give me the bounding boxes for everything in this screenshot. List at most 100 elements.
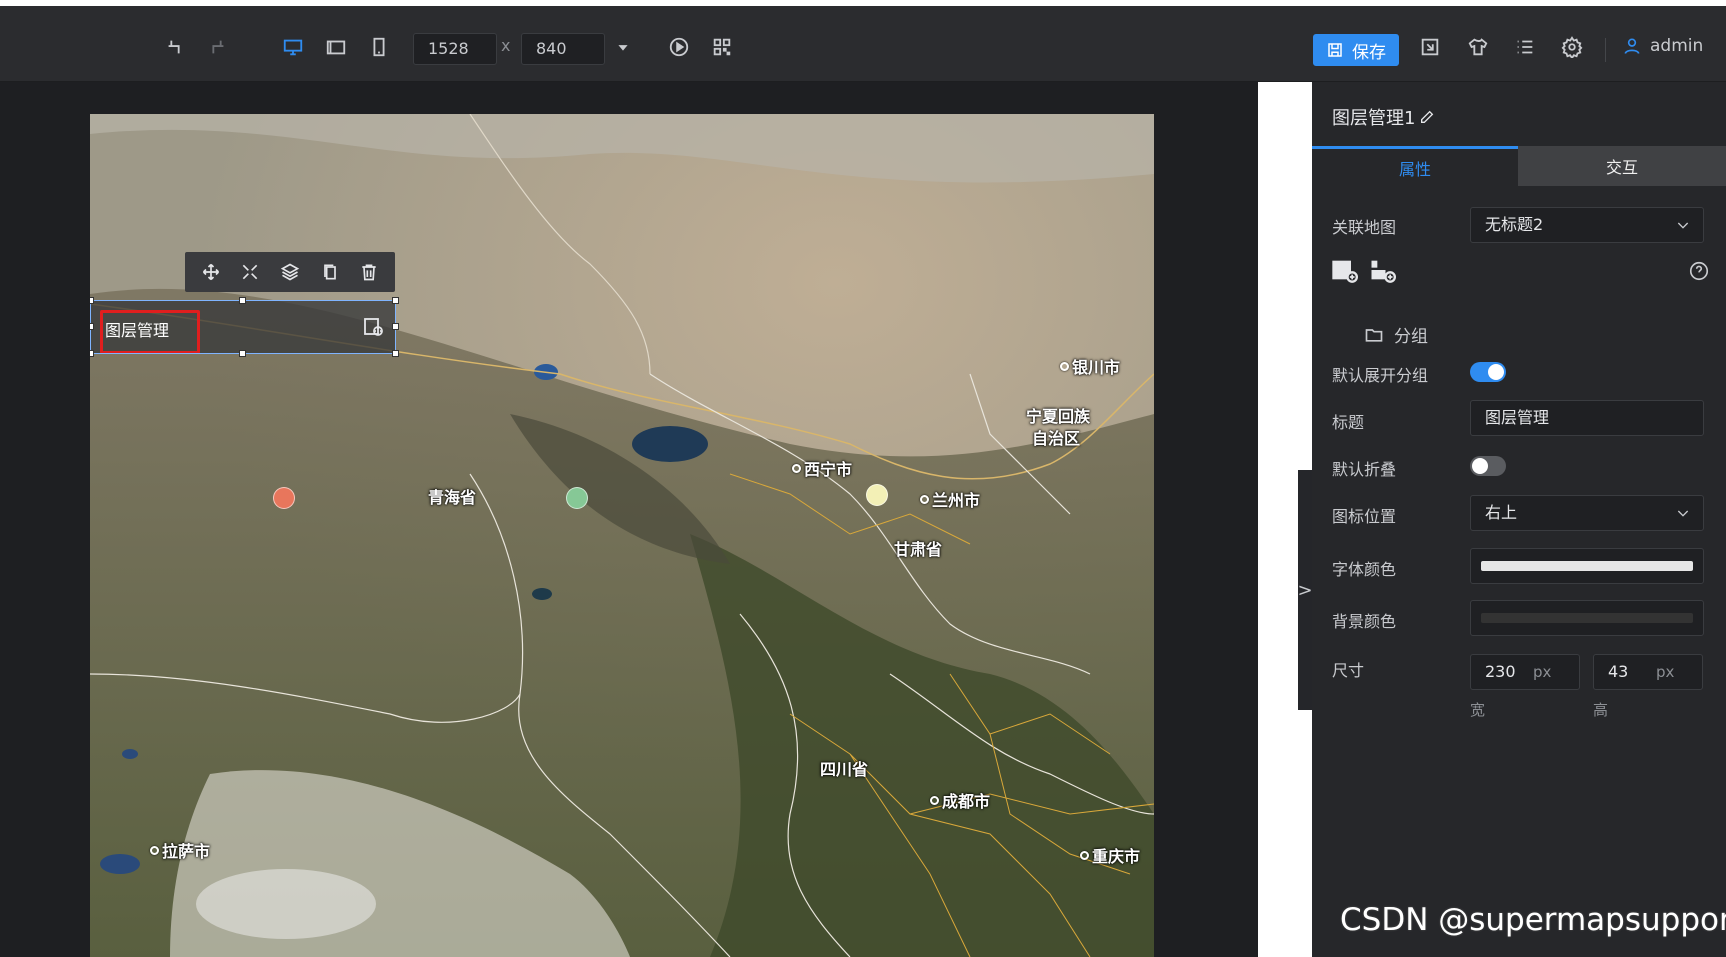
region-label: 自治区 <box>1032 425 1080 449</box>
map-marker-orange[interactable] <box>273 487 295 509</box>
edit-icon[interactable] <box>1419 109 1435 125</box>
mobile-icon[interactable] <box>362 30 396 64</box>
bg-color-label: 背景颜色 <box>1332 612 1397 631</box>
font-color-label: 字体颜色 <box>1332 560 1397 579</box>
height-caption: 高 <box>1593 701 1609 719</box>
linked-map-value: 无标题2 <box>1485 215 1544 234</box>
resize-handle[interactable] <box>239 297 246 304</box>
city-name: 兰州市 <box>932 491 981 510</box>
export-icon[interactable] <box>1413 30 1447 64</box>
width-unit: px <box>1533 663 1552 681</box>
list-icon[interactable] <box>1508 30 1542 64</box>
layers-icon[interactable] <box>276 258 304 286</box>
title-label: 标题 <box>1332 413 1365 432</box>
region-label: 宁夏回族 <box>1026 403 1090 427</box>
group-node[interactable]: 分组 <box>1364 322 1428 347</box>
default-expand-toggle[interactable] <box>1470 362 1506 382</box>
resize-handle[interactable] <box>392 297 399 304</box>
user-menu[interactable]: admin <box>1622 36 1703 56</box>
fullscreen-icon[interactable] <box>236 258 264 286</box>
default-collapse-label: 默认折叠 <box>1332 460 1397 479</box>
province-name: 甘肃省 <box>894 540 943 559</box>
selection-frame <box>90 300 396 354</box>
width-caption: 宽 <box>1470 701 1486 719</box>
city-dot-icon <box>930 795 939 805</box>
map-marker-green[interactable] <box>566 487 588 509</box>
city-label: 西宁市 <box>792 456 852 480</box>
resize-handle[interactable] <box>392 323 399 330</box>
title-input[interactable]: 图层管理 <box>1470 400 1704 436</box>
add-layer-icon[interactable] <box>1330 256 1358 288</box>
chevron-down-icon <box>1677 222 1689 229</box>
width-value: 230 <box>1485 662 1516 681</box>
desktop-icon[interactable] <box>276 30 310 64</box>
group-label: 分组 <box>1394 327 1428 347</box>
app: 1528 x 840 保存 admin 银川市 宁夏回族 自治区 西宁市 青海省… <box>0 0 1726 957</box>
canvas-area: 银川市 宁夏回族 自治区 西宁市 青海省 兰州市 甘肃省 四川省 成都市 拉萨市… <box>0 82 1258 957</box>
map-imagery <box>90 114 1154 957</box>
add-group-icon[interactable] <box>1368 256 1396 288</box>
save-button[interactable]: 保存 <box>1313 34 1399 66</box>
default-expand-label: 默认展开分组 <box>1332 366 1429 385</box>
redo-icon[interactable] <box>200 30 234 64</box>
region-name-line1: 宁夏回族 <box>1026 407 1091 426</box>
chevron-down-icon[interactable] <box>606 30 640 64</box>
height-input[interactable]: 43 px <box>1593 654 1703 690</box>
resize-handle[interactable] <box>90 323 94 330</box>
tablet-icon[interactable] <box>319 30 353 64</box>
watermark: CSDN @supermapsupport <box>1340 902 1726 938</box>
theme-icon[interactable] <box>1461 30 1495 64</box>
panel-collapse-toggle[interactable]: > <box>1297 470 1313 710</box>
help-icon[interactable] <box>1688 260 1710 286</box>
width-input[interactable]: 1528 <box>413 33 497 65</box>
satellite-map[interactable]: 银川市 宁夏回族 自治区 西宁市 青海省 兰州市 甘肃省 四川省 成都市 拉萨市… <box>90 114 1154 957</box>
delete-icon[interactable] <box>355 258 383 286</box>
copy-icon[interactable] <box>316 258 344 286</box>
city-label: 拉萨市 <box>150 838 210 862</box>
city-dot-icon <box>1060 361 1069 371</box>
city-label: 重庆市 <box>1080 843 1140 867</box>
province-label: 四川省 <box>820 756 868 780</box>
settings-icon[interactable] <box>1555 30 1589 64</box>
width-input[interactable]: 230 px <box>1470 654 1580 690</box>
font-color-picker[interactable] <box>1470 548 1704 584</box>
height-unit: px <box>1656 663 1675 681</box>
folder-icon <box>1365 328 1383 342</box>
resize-handle[interactable] <box>392 350 399 357</box>
tab-properties[interactable]: 属性 <box>1312 146 1518 186</box>
panel-tabs: 属性 交互 <box>1312 146 1726 186</box>
bg-color-picker[interactable] <box>1470 600 1704 636</box>
province-name: 四川省 <box>820 760 869 779</box>
city-dot-icon <box>1080 850 1089 860</box>
undo-icon[interactable] <box>158 30 192 64</box>
qrcode-icon[interactable] <box>705 30 739 64</box>
city-dot-icon <box>920 494 929 504</box>
city-dot-icon <box>792 463 801 473</box>
city-name: 拉萨市 <box>162 842 211 861</box>
user-icon <box>1624 38 1640 54</box>
chevron-down-icon <box>1677 510 1689 517</box>
resize-handle[interactable] <box>90 297 94 304</box>
font-color-swatch <box>1481 561 1693 571</box>
map-marker-yellow[interactable] <box>866 484 888 506</box>
user-name: admin <box>1650 36 1704 56</box>
city-label: 成都市 <box>930 788 990 812</box>
move-icon[interactable] <box>197 258 225 286</box>
height-input[interactable]: 840 <box>521 33 605 65</box>
icon-position-select[interactable]: 右上 <box>1470 495 1704 531</box>
play-icon[interactable] <box>662 30 696 64</box>
element-edit-toolbar <box>185 252 395 292</box>
tab-interaction[interactable]: 交互 <box>1518 146 1726 186</box>
city-name: 西宁市 <box>804 460 853 479</box>
region-name-line2: 自治区 <box>1032 429 1081 448</box>
panel-title[interactable]: 图层管理1 <box>1332 104 1435 130</box>
times-sign: x <box>501 36 511 55</box>
property-panel: 图层管理1 属性 交互 关联地图 无标题2 分组 默认展开分组 标题 图层管理 <box>1312 82 1726 957</box>
province-label: 甘肃省 <box>894 536 942 560</box>
resize-handle[interactable] <box>239 350 246 357</box>
city-label: 兰州市 <box>920 487 980 511</box>
linked-map-select[interactable]: 无标题2 <box>1470 207 1704 243</box>
resize-handle[interactable] <box>90 350 94 357</box>
city-dot-icon <box>150 845 159 855</box>
default-collapse-toggle[interactable] <box>1470 456 1506 476</box>
